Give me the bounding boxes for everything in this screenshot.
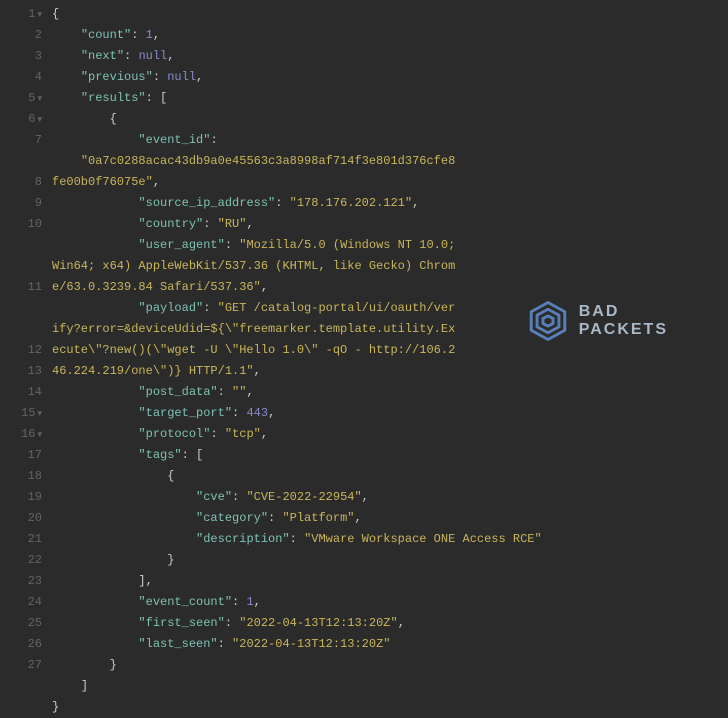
json-string: "Mozilla/5.0 (Windows NT 10.0; Win64; x6… — [52, 238, 463, 294]
bad-packets-logo: BAD PACKETS — [527, 300, 668, 342]
line-number: 3 — [35, 49, 42, 63]
json-string: "RU" — [218, 217, 247, 231]
json-null: null — [167, 70, 196, 84]
json-key: "source_ip_address" — [138, 196, 275, 210]
fold-arrow-icon[interactable]: ▾ — [37, 89, 42, 110]
bracket: ] — [138, 574, 145, 588]
line-number: 27 — [28, 658, 42, 672]
json-key: "target_port" — [138, 406, 232, 420]
json-null: null — [138, 49, 167, 63]
line-number: 13 — [28, 364, 42, 378]
json-string: "2022-04-13T12:13:20Z" — [239, 616, 397, 630]
line-number: 16 — [21, 427, 35, 441]
line-number: 23 — [28, 574, 42, 588]
json-key: "count" — [81, 28, 131, 42]
json-key: "tags" — [138, 448, 181, 462]
line-number: 14 — [28, 385, 42, 399]
logo-line2: PACKETS — [579, 321, 668, 339]
line-number: 9 — [35, 196, 42, 210]
json-number: 1 — [246, 595, 253, 609]
json-key: "first_seen" — [138, 616, 224, 630]
line-number: 22 — [28, 553, 42, 567]
line-number: 21 — [28, 532, 42, 546]
line-number: 20 — [28, 511, 42, 525]
json-number: 443 — [246, 406, 268, 420]
json-key: "category" — [196, 511, 268, 525]
line-number: 4 — [35, 70, 42, 84]
line-number: 2 — [35, 28, 42, 42]
line-number: 11 — [28, 280, 42, 294]
line-number: 19 — [28, 490, 42, 504]
json-string: "178.176.202.121" — [290, 196, 412, 210]
line-number: 8 — [35, 175, 42, 189]
code-content[interactable]: { "count": 1, "next": null, "previous": … — [52, 4, 728, 718]
bracket: ] — [81, 679, 88, 693]
code-editor: 1▾ 2 3 4 5▾ 6▾ 7 8 9 10 11 12 13 14 15▾ … — [0, 0, 728, 718]
line-number: 25 — [28, 616, 42, 630]
bracket: [ — [160, 91, 167, 105]
line-number: 5 — [28, 91, 35, 105]
line-number: 6 — [28, 112, 35, 126]
brace: } — [110, 658, 117, 672]
json-string: "Platform" — [282, 511, 354, 525]
json-key: "country" — [138, 217, 203, 231]
fold-arrow-icon[interactable]: ▾ — [37, 5, 42, 26]
json-key: "next" — [81, 49, 124, 63]
line-number-gutter: 1▾ 2 3 4 5▾ 6▾ 7 8 9 10 11 12 13 14 15▾ … — [0, 4, 52, 718]
json-string: "tcp" — [225, 427, 261, 441]
json-key: "event_id" — [138, 133, 210, 147]
json-key: "user_agent" — [138, 238, 224, 252]
json-key: "results" — [81, 91, 146, 105]
logo-line1: BAD — [579, 303, 668, 321]
line-number: 12 — [28, 343, 42, 357]
line-number: 18 — [28, 469, 42, 483]
brace: } — [167, 553, 174, 567]
logo-text: BAD PACKETS — [579, 303, 668, 338]
json-key: "previous" — [81, 70, 153, 84]
brace: { — [110, 112, 117, 126]
json-string: "0a7c0288acac43db9a0e45563c3a8998af714f3… — [52, 154, 455, 189]
json-key: "post_data" — [138, 385, 217, 399]
hexagon-icon — [527, 300, 569, 342]
fold-arrow-icon[interactable]: ▾ — [37, 425, 42, 446]
bracket: [ — [196, 448, 203, 462]
line-number: 17 — [28, 448, 42, 462]
brace: } — [52, 700, 59, 714]
line-number: 15 — [21, 406, 35, 420]
json-string: "VMware Workspace ONE Access RCE" — [304, 532, 542, 546]
line-number: 26 — [28, 637, 42, 651]
json-string: "" — [232, 385, 246, 399]
json-number: 1 — [146, 28, 153, 42]
json-key: "cve" — [196, 490, 232, 504]
line-number: 10 — [28, 217, 42, 231]
fold-arrow-icon[interactable]: ▾ — [37, 110, 42, 131]
line-number: 24 — [28, 595, 42, 609]
json-string: "2022-04-13T12:13:20Z" — [232, 637, 390, 651]
json-key: "event_count" — [138, 595, 232, 609]
json-string: "CVE-2022-22954" — [246, 490, 361, 504]
line-number: 1 — [28, 7, 35, 21]
json-key: "description" — [196, 532, 290, 546]
brace: { — [167, 469, 174, 483]
json-key: "last_seen" — [138, 637, 217, 651]
brace: { — [52, 7, 59, 21]
line-number: 7 — [35, 133, 42, 147]
fold-arrow-icon[interactable]: ▾ — [37, 404, 42, 425]
json-key: "payload" — [138, 301, 203, 315]
json-key: "protocol" — [138, 427, 210, 441]
